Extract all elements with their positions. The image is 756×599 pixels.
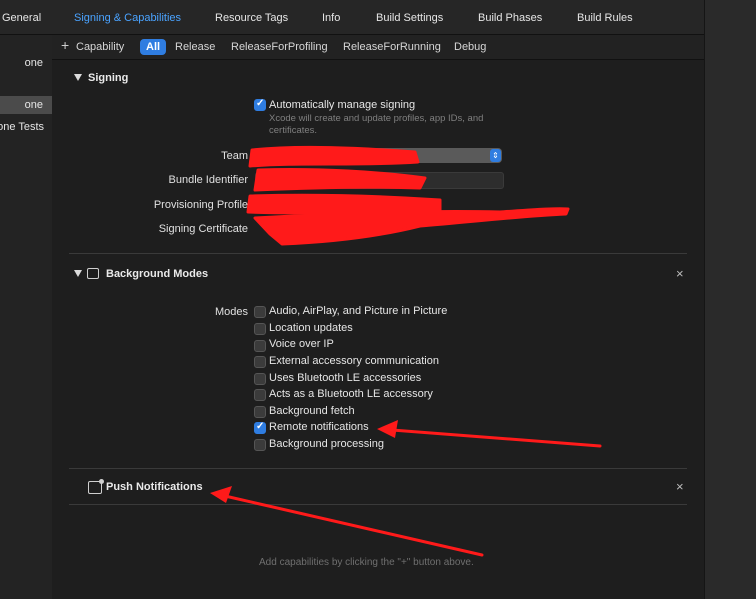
signing-certificate-label: Signing Certificate [158, 223, 248, 235]
mode-checkbox-bluetooth-central[interactable] [254, 373, 266, 385]
mode-label-bluetooth-peripheral: Acts as a Bluetooth LE accessory [269, 388, 433, 400]
auto-manage-hint: Xcode will create and update profiles, a… [269, 113, 484, 136]
provisioning-profile-label: Provisioning Profile [153, 199, 248, 211]
configuration-filter-bar: + Capability All Release ReleaseForProfi… [52, 35, 704, 60]
mode-label-remote-notifications: Remote notifications [269, 421, 369, 433]
tab-build-settings[interactable]: Build Settings [376, 12, 443, 24]
mode-checkbox-audio[interactable] [254, 306, 266, 318]
close-icon[interactable]: × [676, 266, 684, 281]
mode-checkbox-background-processing[interactable] [254, 439, 266, 451]
tab-signing-capabilities[interactable]: Signing & Capabilities [74, 12, 181, 24]
filter-release-running[interactable]: ReleaseForRunning [343, 41, 441, 53]
mode-checkbox-bluetooth-peripheral[interactable] [254, 389, 266, 401]
add-capability-button[interactable]: Capability [76, 41, 124, 53]
close-icon[interactable]: × [676, 479, 684, 494]
auto-manage-signing-label: Automatically manage signing [269, 99, 416, 111]
mode-label-location: Location updates [269, 322, 353, 334]
team-label: Team [221, 150, 248, 162]
filter-all[interactable]: All [140, 39, 167, 55]
mode-checkbox-remote-notifications[interactable] [254, 421, 266, 434]
push-notifications-icon [88, 479, 104, 494]
tab-resource-tags[interactable]: Resource Tags [215, 12, 288, 24]
section-divider [69, 253, 687, 254]
modes-label: Modes [214, 306, 248, 318]
mode-checkbox-voip[interactable] [254, 340, 266, 352]
tab-info[interactable]: Info [322, 12, 340, 24]
mode-label-background-processing: Background processing [269, 438, 384, 450]
editor-tab-bar: General Signing & Capabilities Resource … [0, 0, 704, 35]
tab-general[interactable]: General [2, 12, 41, 24]
mode-label-audio: Audio, AirPlay, and Picture in Picture [269, 305, 448, 317]
section-divider [69, 504, 687, 505]
push-notifications-title: Push Notifications [106, 481, 203, 493]
disclosure-triangle-icon[interactable] [74, 74, 82, 81]
mode-label-background-fetch: Background fetch [269, 405, 355, 417]
bundle-id-label: Bundle Identifier [168, 174, 249, 186]
mode-label-external-accessory: External accessory communication [269, 355, 439, 367]
sidebar-item-project[interactable]: one [0, 54, 52, 72]
capabilities-content: Signing Automatically manage signing Xco… [52, 60, 704, 599]
targets-sidebar: one one one Tests [0, 35, 53, 599]
plus-icon[interactable]: + [61, 37, 69, 53]
sidebar-item-tests[interactable]: one Tests [0, 118, 52, 136]
background-modes-icon [87, 268, 99, 279]
mode-label-voip: Voice over IP [269, 338, 334, 350]
signing-title: Signing [88, 72, 129, 84]
popup-arrow-icon: ⇕ [490, 149, 501, 162]
team-popup[interactable]: ⇕ [255, 148, 502, 163]
filter-debug[interactable]: Debug [454, 41, 486, 53]
background-modes-title: Background Modes [106, 268, 209, 280]
section-divider [69, 468, 687, 469]
mode-checkbox-location[interactable] [254, 323, 266, 335]
mode-checkbox-external-accessory[interactable] [254, 356, 266, 368]
sidebar-item-target[interactable]: one [0, 96, 52, 114]
inspector-pane [704, 0, 756, 599]
bundle-id-field[interactable] [255, 172, 504, 189]
tab-build-phases[interactable]: Build Phases [478, 12, 542, 24]
disclosure-triangle-icon[interactable] [74, 270, 82, 277]
mode-label-bluetooth-central: Uses Bluetooth LE accessories [269, 372, 422, 384]
tab-build-rules[interactable]: Build Rules [577, 12, 633, 24]
auto-manage-signing-checkbox[interactable] [254, 98, 266, 111]
add-capabilities-hint: Add capabilities by clicking the "+" but… [259, 557, 474, 568]
mode-checkbox-background-fetch[interactable] [254, 406, 266, 418]
filter-release-profiling[interactable]: ReleaseForProfiling [231, 41, 328, 53]
filter-release[interactable]: Release [175, 41, 215, 53]
